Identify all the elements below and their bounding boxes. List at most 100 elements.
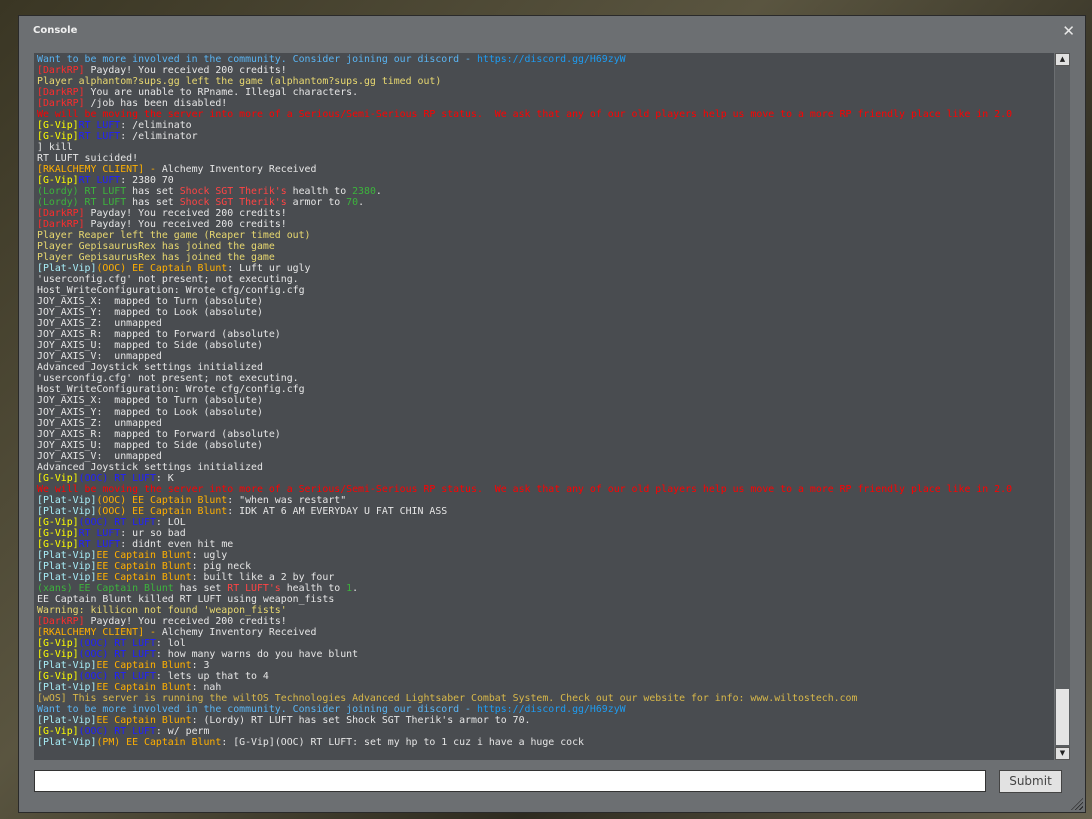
- console-line: Host_WriteConfiguration: Wrote cfg/confi…: [37, 285, 1012, 296]
- console-text-segment: ] kill: [37, 142, 73, 154]
- command-input[interactable]: [34, 770, 986, 792]
- console-line: 'userconfig.cfg' not present; not execut…: [37, 373, 1012, 384]
- console-text-segment: JOY_AXIS_Y: mapped to Look (absolute): [37, 406, 263, 418]
- submit-button[interactable]: Submit: [999, 770, 1062, 793]
- console-line: [Plat-Vip]EE Captain Blunt: 3: [37, 660, 1012, 671]
- console-line: Want to be more involved in the communit…: [37, 704, 1012, 715]
- console-text-segment: (OOC) RT LUFT: [78, 472, 156, 484]
- console-text-segment: (OOC) RT LUFT: [78, 670, 156, 682]
- console-line: [RKALCHEMY CLIENT] - Alchemy Inventory R…: [37, 627, 1012, 638]
- resize-grip-icon[interactable]: [1071, 798, 1083, 810]
- scrollbar-thumb[interactable]: [1056, 689, 1069, 745]
- console-text-segment: (Lordy) RT LUFT: [37, 197, 133, 209]
- console-line: [wOS] This server is running the wiltOS …: [37, 693, 1012, 704]
- console-text-segment: Payday! You received 200 credits!: [90, 208, 287, 220]
- console-text-segment: 'userconfig.cfg' not present; not execut…: [37, 373, 299, 385]
- console-line: [Plat-Vip]EE Captain Blunt: built like a…: [37, 572, 1012, 583]
- console-line: [Plat-Vip](PM) EE Captain Blunt: [G-Vip]…: [37, 737, 1012, 748]
- console-text-segment: Payday! You received 200 credits!: [90, 219, 287, 231]
- console-text-segment: : didnt even hit me: [120, 538, 234, 550]
- console-line: Player GepisaurusRex has joined the game: [37, 241, 1012, 252]
- console-text-segment: Advanced Joystick settings initialized: [37, 362, 263, 374]
- console-text-segment: [G-Vip]: [37, 175, 79, 187]
- console-text-segment: : (Lordy) RT LUFT has set Shock SGT Ther…: [191, 714, 531, 726]
- console-text-segment: JOY_AXIS_V: unmapped: [37, 351, 162, 363]
- console-text-segment: : nah: [191, 681, 222, 693]
- console-line: ] kill: [37, 142, 1012, 153]
- console-text-segment: (OOC) RT LUFT: [78, 725, 156, 737]
- console-line: JOY_AXIS_Y: mapped to Look (absolute): [37, 407, 1012, 418]
- console-line: Want to be more involved in the communit…: [37, 54, 1012, 65]
- console-text-segment: .: [358, 197, 365, 209]
- console-text-segment: has set: [132, 186, 180, 198]
- console-text-segment: [G-Vip]: [37, 670, 79, 682]
- console-line: JOY_AXIS_R: mapped to Forward (absolute): [37, 329, 1012, 340]
- console-text-segment: JOY_AXIS_X: mapped to Turn (absolute): [37, 296, 263, 308]
- console-text-segment: : lets up that to 4: [155, 670, 269, 682]
- console-text-segment: [Plat-Vip]: [37, 736, 97, 748]
- console-text-segment: RT LUFT suicided!: [37, 153, 139, 165]
- close-icon[interactable]: ✕: [1062, 22, 1075, 40]
- console-line: RT LUFT suicided!: [37, 153, 1012, 164]
- console-text-segment: health to: [292, 186, 353, 198]
- console-text-segment: JOY_AXIS_Z: unmapped: [37, 318, 162, 330]
- console-text-segment: [DarkRP]: [37, 98, 91, 110]
- scroll-up-icon[interactable]: ▲: [1055, 53, 1070, 66]
- console-line: [Plat-Vip]EE Captain Blunt: pig neck: [37, 561, 1012, 572]
- console-text-segment: 2380: [352, 186, 376, 198]
- console-line: [Plat-Vip](OOC) EE Captain Blunt: "when …: [37, 495, 1012, 506]
- console-line: [G-Vip]RT LUFT: /eliminator: [37, 131, 1012, 142]
- console-text-segment: (OOC) EE Captain Blunt: [96, 494, 228, 506]
- console-text-segment: (OOC) RT LUFT: [78, 648, 156, 660]
- console-text-segment: (PM) EE Captain Blunt: [96, 736, 222, 748]
- console-line: [G-Vip]RT LUFT: ur so bad: [37, 528, 1012, 539]
- console-text-segment: JOY_AXIS_V: unmapped: [37, 450, 162, 462]
- console-text-segment: Shock SGT Therik's: [179, 197, 293, 209]
- console-text-segment: JOY_AXIS_U: mapped to Side (absolute): [37, 439, 263, 451]
- console-line: [DarkRP] Payday! You received 200 credit…: [37, 208, 1012, 219]
- console-text-segment: .: [352, 582, 359, 594]
- console-text-segment: [G-Vip]: [37, 516, 79, 528]
- console-line: [G-Vip]RT LUFT: didnt even hit me: [37, 539, 1012, 550]
- console-text-segment: We will be moving the server into more o…: [37, 483, 1013, 495]
- console-text-segment: 70: [346, 197, 359, 209]
- console-text-segment: JOY_AXIS_R: mapped to Forward (absolute): [37, 329, 281, 341]
- console-line: [G-Vip](OOC) RT LUFT: lol: [37, 638, 1012, 649]
- console-line: [G-Vip]RT LUFT: /eliminato: [37, 120, 1012, 131]
- console-text-segment: EE Captain Blunt: [96, 560, 192, 572]
- console-text-segment: : LOL: [155, 516, 186, 528]
- scroll-down-icon[interactable]: ▼: [1055, 747, 1070, 760]
- console-text-segment: [G-Vip]: [37, 120, 79, 132]
- console-line: (xans) EE Captain Blunt has set RT LUFT'…: [37, 583, 1012, 594]
- console-text-segment: : Luft ur ugly: [227, 263, 311, 275]
- console-text-segment: Host_WriteConfiguration: Wrote cfg/confi…: [37, 285, 305, 297]
- console-line: [G-Vip](OOC) RT LUFT: w/ perm: [37, 726, 1012, 737]
- console-text-segment: : /eliminato: [120, 120, 192, 132]
- console-line: [DarkRP] Payday! You received 200 credit…: [37, 616, 1012, 627]
- console-text-segment: [DarkRP]: [37, 219, 91, 231]
- console-text-segment: Alchemy Inventory Received: [161, 164, 317, 176]
- console-text-segment: [Plat-Vip]: [37, 505, 97, 517]
- console-text-segment: has set: [132, 197, 180, 209]
- console-text-segment: (Lordy) RT LUFT: [37, 186, 133, 198]
- console-line: (Lordy) RT LUFT has set Shock SGT Therik…: [37, 186, 1012, 197]
- console-line: Player Reaper left the game (Reaper time…: [37, 230, 1012, 241]
- console-text-segment: RT LUFT: [78, 175, 121, 187]
- console-text-segment: : how many warns do you have blunt: [155, 648, 359, 660]
- console-text-segment: has set: [179, 582, 228, 594]
- console-text-segment: RT LUFT: [78, 131, 121, 143]
- console-text-segment: [DarkRP]: [37, 208, 91, 220]
- console-line: [Plat-Vip]EE Captain Blunt: nah: [37, 682, 1012, 693]
- console-text-segment: https://discord.gg/H69zyW: [476, 54, 626, 65]
- console-text-segment: : ugly: [191, 549, 228, 561]
- console-text-segment: Player GepisaurusRex has joined the game: [37, 241, 275, 253]
- console-text-segment: You are unable to RPname. Illegal charac…: [90, 87, 359, 99]
- console-line: 'userconfig.cfg' not present; not execut…: [37, 274, 1012, 285]
- console-line: [Plat-Vip](OOC) EE Captain Blunt: IDK AT…: [37, 506, 1012, 517]
- console-window: Console ✕ Want to be more involved in th…: [18, 15, 1086, 813]
- scrollbar[interactable]: ▲ ▼: [1055, 53, 1070, 760]
- console-text-segment: RT LUFT: [78, 538, 121, 550]
- console-line: Warning: killicon not found 'weapon_fist…: [37, 605, 1012, 616]
- console-line: JOY_AXIS_X: mapped to Turn (absolute): [37, 395, 1012, 406]
- console-text-segment: [G-Vip]: [37, 725, 79, 737]
